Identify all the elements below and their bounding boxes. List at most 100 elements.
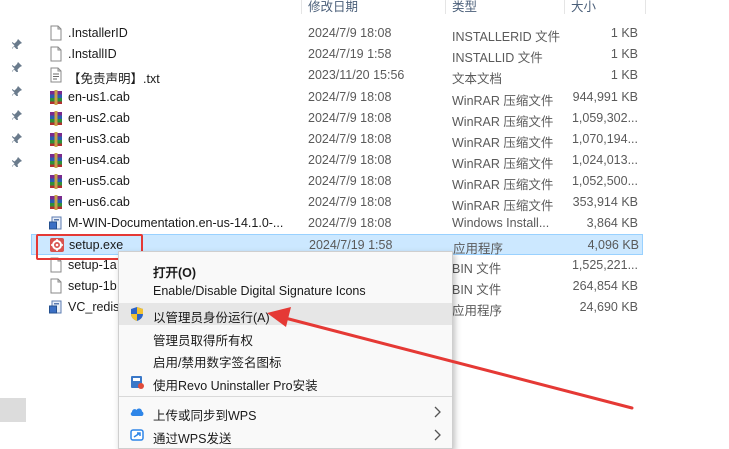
file-row[interactable]: .InstallerID 2024/7/9 18:08 INSTALLERID 文件… — [31, 23, 643, 44]
file-date: 2024/7/9 18:08 — [308, 174, 392, 188]
context-menu-item[interactable]: 上传或同步到WPS — [119, 401, 452, 423]
context-menu-item[interactable]: Enable/Disable Digital Signature Icons — [119, 280, 452, 302]
pin-icon[interactable] — [11, 85, 23, 97]
installer-package-icon — [48, 215, 64, 231]
file-size: 264,854 KB — [572, 279, 638, 293]
context-menu-label: 启用/禁用数字签名图标 — [153, 356, 282, 370]
file-size: 24,690 KB — [579, 300, 638, 314]
context-menu-label: 以管理员身份运行(A) — [153, 311, 270, 325]
context-menu-item[interactable]: 管理员取得所有权 — [119, 326, 452, 348]
column-divider[interactable] — [645, 0, 646, 14]
file-type: Windows Install... — [452, 216, 550, 230]
column-header-size[interactable]: 大小 — [571, 0, 596, 14]
context-menu-label: 管理员取得所有权 — [153, 334, 254, 348]
installer-package-icon — [48, 299, 64, 315]
column-divider[interactable] — [564, 0, 565, 14]
file-name: en-us4.cab — [68, 153, 130, 167]
file-size: 1 KB — [610, 47, 638, 61]
nav-selected-item[interactable] — [0, 398, 26, 422]
file-type: INSTALLID 文件 — [452, 51, 543, 65]
context-menu-item[interactable]: 通过WPS发送 — [119, 424, 452, 446]
uac-shield-icon — [129, 306, 145, 322]
column-divider[interactable] — [445, 0, 446, 14]
file-row[interactable]: en-us2.cab 2024/7/9 18:08 WinRAR 压缩文件 1,059… — [31, 108, 643, 129]
context-menu-label: 上传或同步到WPS — [153, 409, 257, 423]
file-date: 2024/7/9 18:08 — [308, 111, 392, 125]
file-type: INSTALLERID 文件 — [452, 30, 561, 44]
file-type: BIN 文件 — [452, 283, 502, 297]
file-date: 2024/7/9 18:08 — [308, 216, 392, 230]
winrar-archive-icon — [48, 131, 64, 147]
file-row[interactable]: 【免责声明】.txt 2023/11/20 15:56 文本文档 1 KB — [31, 65, 643, 86]
file-row[interactable]: en-us3.cab 2024/7/9 18:08 WinRAR 压缩文件 1,070… — [31, 129, 643, 150]
context-menu-label: 打开(O) — [153, 266, 197, 280]
file-type: WinRAR 压缩文件 — [452, 157, 554, 171]
context-menu-item[interactable]: 使用Revo Uninstaller Pro安装 — [119, 371, 452, 393]
file-size: 1,052,500... — [571, 174, 638, 188]
file-name: en-us5.cab — [68, 174, 130, 188]
file-size: 1,059,302... — [571, 111, 638, 125]
file-row[interactable]: en-us6.cab 2024/7/9 18:08 WinRAR 压缩文件 353,9… — [31, 192, 643, 213]
document-icon — [48, 46, 64, 62]
file-type: WinRAR 压缩文件 — [452, 136, 554, 150]
file-type: WinRAR 压缩文件 — [452, 178, 554, 192]
file-name: en-us6.cab — [68, 195, 130, 209]
pin-icon[interactable] — [11, 109, 23, 121]
file-name: M-WIN-Documentation.en-us-14.1.0-... — [68, 216, 284, 230]
column-header-bar: 修改日期 类型 大小 — [31, 0, 729, 14]
file-size: 1,024,013... — [571, 153, 638, 167]
file-name: en-us3.cab — [68, 132, 130, 146]
file-type: 文本文档 — [452, 72, 503, 86]
context-menu-item[interactable]: 打开(O) — [119, 258, 452, 280]
file-size: 4,096 KB — [587, 238, 639, 252]
file-type: WinRAR 压缩文件 — [452, 94, 554, 108]
file-row[interactable]: en-us1.cab 2024/7/9 18:08 WinRAR 压缩文件 944,9… — [31, 87, 643, 108]
menu-separator — [119, 396, 452, 397]
pin-icon[interactable] — [11, 132, 23, 144]
context-menu-item[interactable]: 启用/禁用数字签名图标 — [119, 348, 452, 370]
file-row[interactable]: .InstallID 2024/7/19 1:58 INSTALLID 文件 1 KB — [31, 44, 643, 65]
context-menu-item[interactable]: 以管理员身份运行(A) — [119, 303, 452, 325]
file-date: 2024/7/9 18:08 — [308, 153, 392, 167]
file-size: 3,864 KB — [586, 216, 638, 230]
file-row[interactable]: en-us5.cab 2024/7/9 18:08 WinRAR 压缩文件 1,052… — [31, 171, 643, 192]
context-menu-label: 通过WPS发送 — [153, 432, 232, 446]
context-menu: 打开(O) Enable/Disable Digital Signature Ic… — [118, 251, 453, 449]
file-date: 2024/7/9 18:08 — [308, 26, 392, 40]
context-menu-label: Enable/Disable Digital Signature Icons — [153, 284, 366, 298]
chevron-right-icon — [434, 406, 441, 418]
column-divider[interactable] — [301, 0, 302, 14]
column-header-type[interactable]: 类型 — [452, 0, 477, 14]
chevron-right-icon — [434, 429, 441, 441]
winrar-archive-icon — [48, 194, 64, 210]
file-name: .InstallID — [68, 47, 117, 61]
file-type: WinRAR 压缩文件 — [452, 199, 554, 213]
file-name: en-us1.cab — [68, 90, 130, 104]
file-date: 2024/7/9 18:08 — [308, 195, 392, 209]
file-size: 1 KB — [610, 68, 638, 82]
pin-icon[interactable] — [11, 156, 23, 168]
file-size: 1,525,221... — [571, 258, 638, 272]
pin-icon[interactable] — [11, 38, 23, 50]
file-name: .InstallerID — [68, 26, 128, 40]
winrar-archive-icon — [48, 173, 64, 189]
text-document-icon — [48, 67, 64, 83]
file-type: WinRAR 压缩文件 — [452, 115, 554, 129]
column-header-date[interactable]: 修改日期 — [308, 0, 358, 14]
file-name: en-us2.cab — [68, 111, 130, 125]
file-date: 2024/7/19 1:58 — [309, 238, 393, 252]
navigation-pane — [0, 0, 31, 449]
winrar-archive-icon — [48, 89, 64, 105]
wps-cloud-icon — [129, 404, 145, 420]
file-name: 【免责声明】.txt — [68, 72, 160, 86]
file-row[interactable]: M-WIN-Documentation.en-us-14.1.0-... 2024… — [31, 213, 643, 234]
context-menu-label: 使用Revo Uninstaller Pro安装 — [153, 379, 318, 393]
file-size: 1,070,194... — [571, 132, 638, 146]
document-icon — [48, 25, 64, 41]
pin-icon[interactable] — [11, 61, 23, 73]
winrar-archive-icon — [48, 152, 64, 168]
document-icon — [48, 278, 64, 294]
file-size: 944,991 KB — [572, 90, 638, 104]
file-row[interactable]: en-us4.cab 2024/7/9 18:08 WinRAR 压缩文件 1,024… — [31, 150, 643, 171]
revo-uninstaller-icon — [129, 374, 145, 390]
